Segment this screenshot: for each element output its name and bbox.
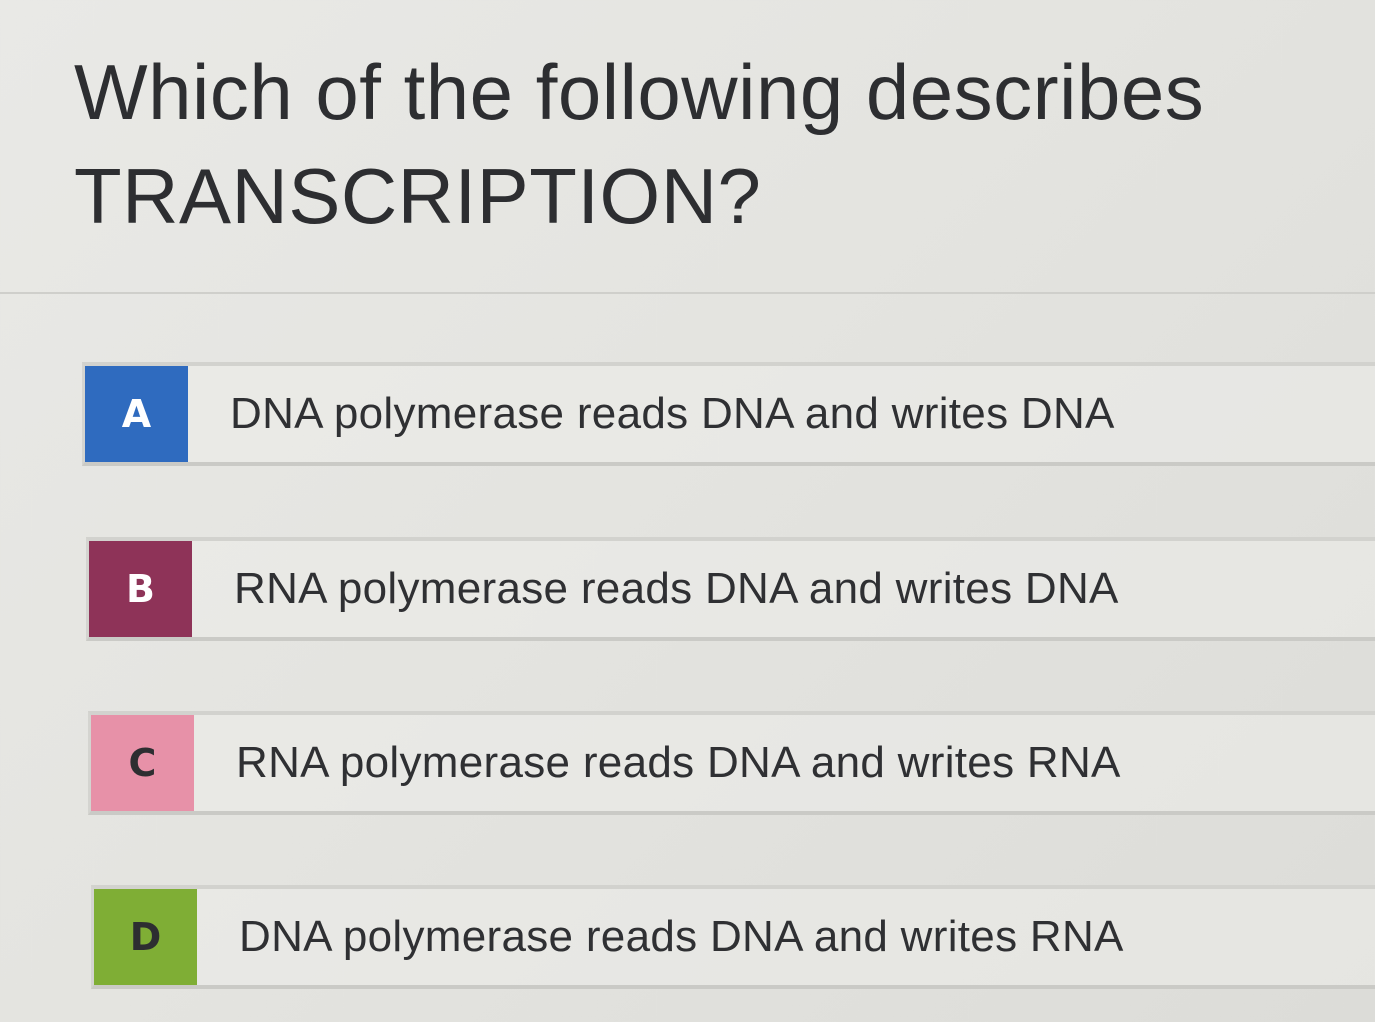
question-line-1: Which of the following describes (74, 48, 1205, 136)
option-text-a: DNA polymerase reads DNA and writes DNA (230, 389, 1115, 438)
option-text-d: DNA polymerase reads DNA and writes RNA (239, 912, 1124, 961)
question-text: Which of the following describes TRANSCR… (74, 40, 1334, 248)
option-text-b: RNA polymerase reads DNA and writes DNA (234, 564, 1119, 613)
option-letter-badge-c: C (91, 715, 194, 811)
option-letter-badge-a: A (85, 366, 188, 462)
option-letter-badge-d: D (94, 889, 197, 985)
answer-option-b[interactable]: B RNA polymerase reads DNA and writes DN… (86, 537, 1375, 641)
answer-option-a[interactable]: A DNA polymerase reads DNA and writes DN… (82, 362, 1375, 466)
question-divider (0, 292, 1375, 294)
answer-option-c[interactable]: C RNA polymerase reads DNA and writes RN… (88, 711, 1375, 815)
option-text-c: RNA polymerase reads DNA and writes RNA (236, 738, 1121, 787)
answer-option-d[interactable]: D DNA polymerase reads DNA and writes RN… (91, 885, 1375, 989)
question-line-2: TRANSCRIPTION? (74, 152, 762, 240)
option-letter-badge-b: B (89, 541, 192, 637)
